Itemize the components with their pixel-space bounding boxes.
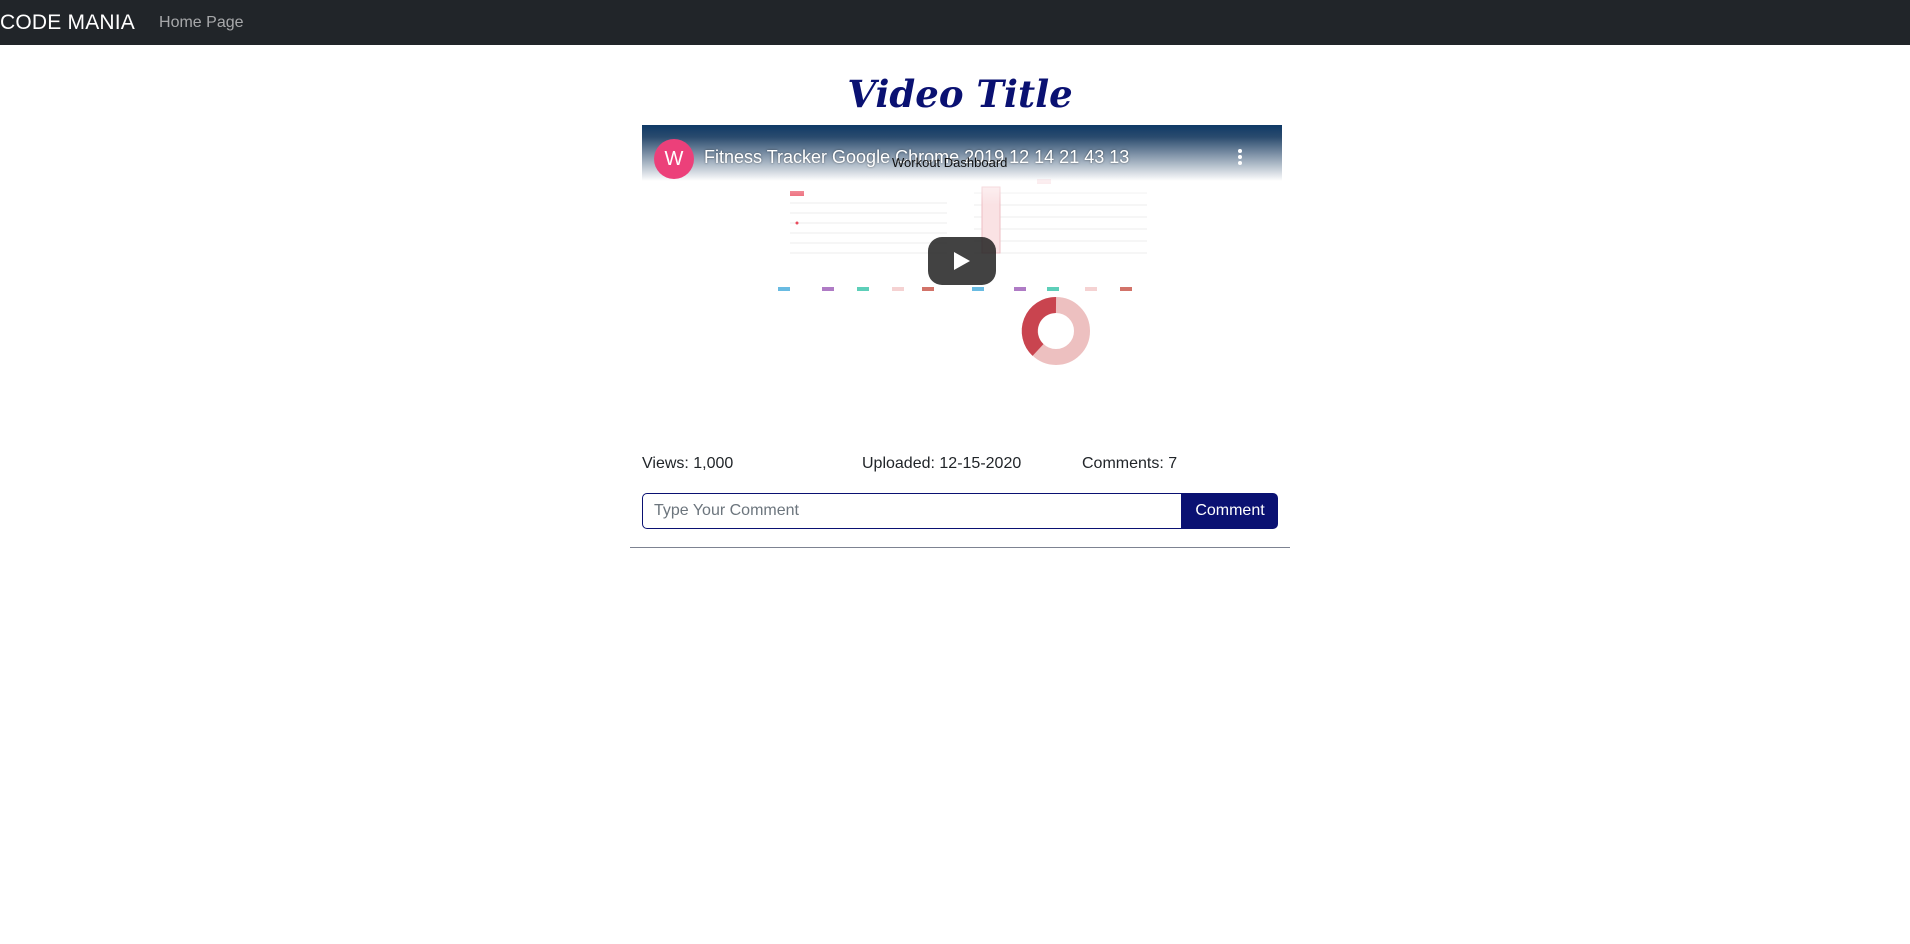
- upload-date: Uploaded: 12-15-2020: [862, 455, 1022, 472]
- navbar: CODE MANIA Home Page: [0, 0, 1910, 45]
- video-player[interactable]: W Fitness Tracker Google Chrome 2019 12 …: [642, 125, 1282, 431]
- video-stats: Views: 1,000 Uploaded: 12-15-2020 Commen…: [642, 455, 1282, 477]
- main-content: Video Title W Fitness Tracker Google Chr…: [630, 45, 1290, 548]
- dashboard-caption: Workout Dashboard: [892, 155, 1008, 170]
- comment-input[interactable]: [642, 493, 1182, 529]
- channel-avatar[interactable]: W: [654, 139, 694, 179]
- comment-button[interactable]: Comment: [1182, 493, 1278, 529]
- divider: [630, 547, 1290, 548]
- page-title: Video Title: [847, 72, 1073, 116]
- comment-form: Comment: [642, 493, 1278, 531]
- play-button[interactable]: [928, 237, 996, 285]
- line-chart-preview: [778, 191, 947, 291]
- comments-count: Comments: 7: [1082, 455, 1178, 472]
- views-count: Views: 1,000: [642, 455, 734, 472]
- play-icon: [954, 252, 970, 270]
- more-options-icon[interactable]: [1238, 147, 1246, 167]
- brand-link[interactable]: CODE MANIA: [0, 11, 135, 35]
- donut-chart-preview: [1021, 296, 1090, 365]
- nav-home-link[interactable]: Home Page: [159, 14, 244, 32]
